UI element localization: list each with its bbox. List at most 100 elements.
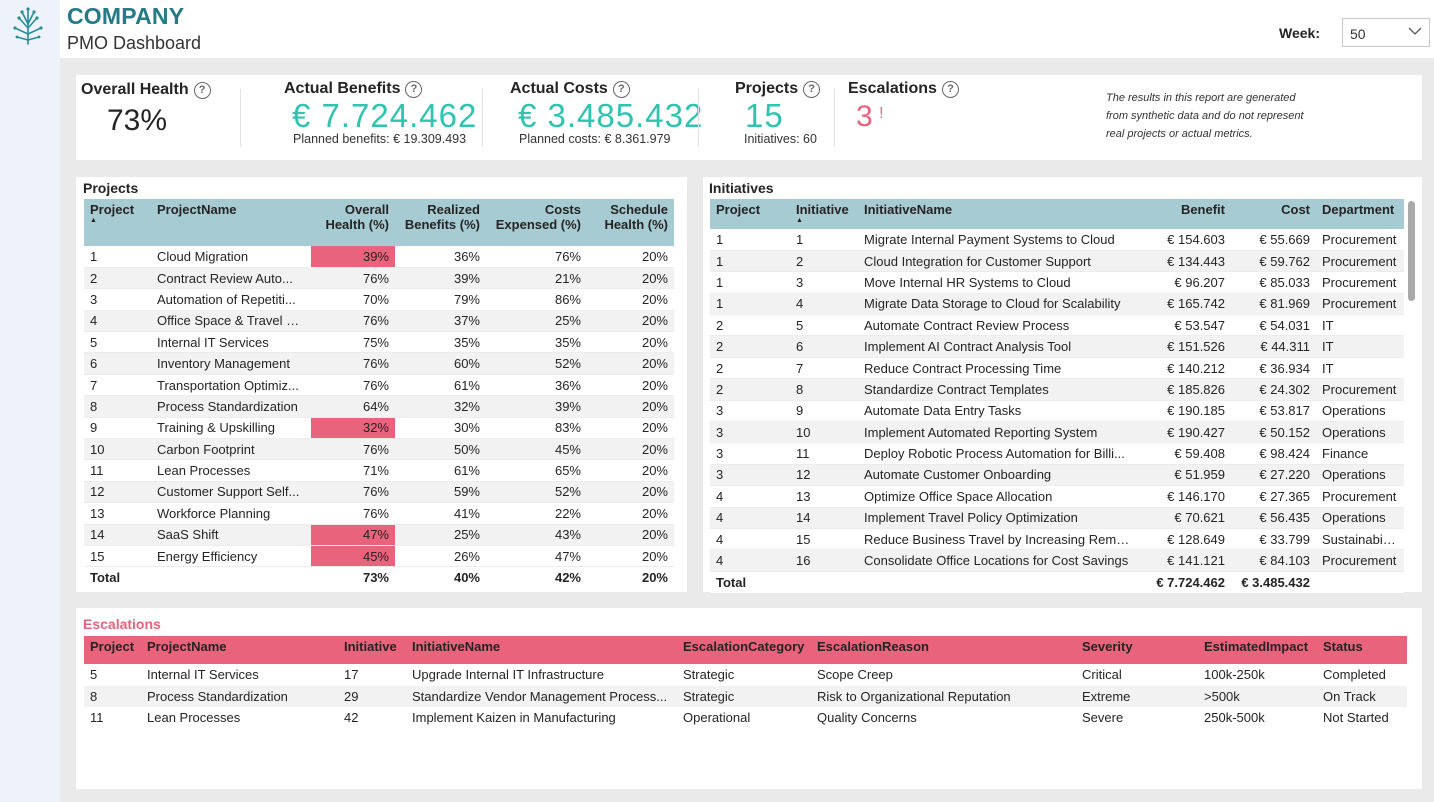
table-row[interactable]: 10 Carbon Footprint 76% 50% 45% 20% bbox=[84, 438, 674, 461]
table-cell: 35% bbox=[486, 331, 587, 354]
sort-ascending-icon: ▲ bbox=[796, 217, 803, 224]
table-cell: IT bbox=[1316, 314, 1404, 337]
table-cell: Reduce Contract Processing Time bbox=[858, 357, 1141, 380]
help-icon[interactable]: ? bbox=[193, 82, 211, 99]
vertical-scrollbar[interactable] bbox=[1408, 201, 1415, 301]
table-row[interactable]: 13 Workforce Planning 76% 41% 22% 20% bbox=[84, 502, 674, 525]
table-cell: 20% bbox=[587, 417, 674, 440]
table-row[interactable]: 3 Automation of Repetiti... 70% 79% 86% 20% bbox=[84, 288, 674, 311]
table-cell: 71% bbox=[311, 459, 395, 482]
column-header[interactable]: EstimatedImpact bbox=[1198, 636, 1317, 664]
table-cell: Deploy Robotic Process Automation for Bi… bbox=[858, 442, 1141, 465]
table-cell: 76% bbox=[311, 481, 395, 504]
column-header[interactable]: Schedule Health (%) bbox=[587, 199, 674, 246]
table-row[interactable]: 4 13 Optimize Office Space Allocation € 146… bbox=[710, 485, 1404, 508]
table-row[interactable]: 6 Inventory Management 76% 60% 52% 20% bbox=[84, 352, 674, 375]
table-row[interactable]: 2 5 Automate Contract Review Process € 53.5… bbox=[710, 314, 1404, 337]
help-icon[interactable]: ? bbox=[941, 81, 959, 98]
table-row[interactable]: 3 11 Deploy Robotic Process Automation for… bbox=[710, 442, 1404, 465]
table-row[interactable]: 4 Office Space & Travel C... 76% 37% 25% 20% bbox=[84, 310, 674, 333]
help-icon[interactable]: ? bbox=[803, 81, 821, 98]
table-row[interactable]: 1 3 Move Internal HR Systems to Cloud € 96.… bbox=[710, 271, 1404, 294]
table-row[interactable]: 4 16 Consolidate Office Locations for Cost… bbox=[710, 549, 1404, 572]
table-row[interactable]: 15 Energy Efficiency 45% 26% 47% 20% bbox=[84, 545, 674, 568]
table-cell: € 84.103 bbox=[1231, 549, 1316, 572]
column-header[interactable]: InitiativeName bbox=[406, 636, 677, 664]
table-cell: 76% bbox=[311, 267, 395, 290]
column-header[interactable]: Project bbox=[710, 199, 790, 229]
table-row[interactable]: 2 Contract Review Auto... 76% 39% 21% 20% bbox=[84, 267, 674, 290]
table-row[interactable]: 1 2 Cloud Integration for Customer Support… bbox=[710, 250, 1404, 273]
table-cell: On Track bbox=[1317, 685, 1407, 707]
column-header[interactable]: Cost bbox=[1231, 199, 1316, 229]
column-header[interactable]: InitiativeName bbox=[858, 199, 1141, 229]
table-row[interactable]: 11 Lean Processes 71% 61% 65% 20% bbox=[84, 459, 674, 482]
table-row[interactable]: 2 7 Reduce Contract Processing Time € 140.2… bbox=[710, 357, 1404, 380]
help-icon[interactable]: ? bbox=[612, 81, 630, 98]
table-cell: 2 bbox=[790, 250, 858, 273]
table-row[interactable]: 3 12 Automate Customer Onboarding € 51.959 €… bbox=[710, 464, 1404, 487]
divider bbox=[240, 89, 241, 147]
table-row[interactable]: 14 SaaS Shift 47% 25% 43% 20% bbox=[84, 524, 674, 546]
table-cell: Risk to Organizational Reputation bbox=[811, 685, 1076, 707]
table-row[interactable]: 8 Process Standardization 64% 32% 39% 20% bbox=[84, 395, 674, 418]
table-row[interactable]: 3 9 Automate Data Entry Tasks € 190.185 € 53… bbox=[710, 400, 1404, 423]
help-icon[interactable]: ? bbox=[405, 81, 423, 98]
table-row[interactable]: 2 8 Standardize Contract Templates € 185.82… bbox=[710, 378, 1404, 401]
table-row[interactable]: 11 Lean Processes 42 Implement Kaizen in Ma… bbox=[84, 707, 1407, 729]
column-header[interactable]: Project ▲ bbox=[84, 199, 151, 246]
table-cell: € 141.121 bbox=[1141, 549, 1231, 572]
table-row[interactable]: 4 14 Implement Travel Policy Optimization €… bbox=[710, 507, 1404, 529]
table-cell: 4 bbox=[84, 310, 151, 333]
column-header[interactable]: ProjectName bbox=[151, 199, 311, 246]
table-row[interactable]: 5 Internal IT Services 75% 35% 35% 20% bbox=[84, 331, 674, 354]
column-header[interactable]: Initiative bbox=[338, 636, 406, 664]
column-header[interactable]: Severity bbox=[1076, 636, 1198, 664]
column-header[interactable]: Costs Expensed (%) bbox=[486, 199, 587, 246]
table-row[interactable]: 2 6 Implement AI Contract Analysis Tool € 1… bbox=[710, 335, 1404, 358]
table-cell: 30% bbox=[395, 417, 486, 440]
table-cell: Operations bbox=[1316, 507, 1404, 529]
column-header[interactable]: Overall Health (%) bbox=[311, 199, 395, 246]
table-cell: 36% bbox=[395, 246, 486, 268]
table-cell: 3 bbox=[84, 288, 151, 311]
column-header[interactable]: ProjectName bbox=[141, 636, 338, 664]
column-header[interactable]: Department bbox=[1316, 199, 1404, 229]
table-cell: Operations bbox=[1316, 421, 1404, 444]
table-row[interactable]: 7 Transportation Optimiz... 76% 61% 36% 20% bbox=[84, 374, 674, 397]
table-row[interactable]: 1 1 Migrate Internal Payment Systems to Cl… bbox=[710, 229, 1404, 251]
table-cell: Contract Review Auto... bbox=[151, 267, 311, 290]
table-cell: 15 bbox=[790, 528, 858, 551]
table-cell: 61% bbox=[395, 459, 486, 482]
table-cell: Operations bbox=[1316, 464, 1404, 487]
table-row[interactable]: 1 4 Migrate Data Storage to Cloud for Scal… bbox=[710, 293, 1404, 316]
initiatives-table: Project Initiative ▲ InitiativeName Benef… bbox=[710, 199, 1404, 593]
table-row[interactable]: 12 Customer Support Self... 76% 59% 52% 20% bbox=[84, 481, 674, 504]
table-cell: 32% bbox=[311, 417, 395, 440]
table-cell: 20% bbox=[587, 459, 674, 482]
table-row[interactable]: 5 Internal IT Services 17 Upgrade Internal … bbox=[84, 664, 1407, 686]
week-dropdown[interactable]: 50 bbox=[1342, 18, 1430, 47]
table-row[interactable]: 3 10 Implement Automated Reporting System €… bbox=[710, 421, 1404, 444]
table-cell: 2 bbox=[710, 335, 790, 358]
table-row[interactable]: 4 15 Reduce Business Travel by Increasing … bbox=[710, 528, 1404, 551]
column-header[interactable]: Realized Benefits (%) bbox=[395, 199, 486, 246]
column-header[interactable]: Benefit bbox=[1141, 199, 1231, 229]
table-cell: SaaS Shift bbox=[151, 524, 311, 546]
column-header[interactable]: Initiative ▲ bbox=[790, 199, 858, 229]
table-cell: Critical bbox=[1082, 667, 1122, 683]
table-cell: Automate Customer Onboarding bbox=[858, 464, 1141, 487]
column-header[interactable]: EscalationReason bbox=[811, 636, 1076, 664]
table-row[interactable]: 8 Process Standardization 29 Standardize Ve… bbox=[84, 685, 1407, 707]
table-cell: Extreme bbox=[1076, 685, 1198, 707]
table-row[interactable]: 9 Training & Upskilling 32% 30% 83% 20% bbox=[84, 417, 674, 440]
table-cell: 7 bbox=[84, 374, 151, 397]
table-row[interactable]: 1 Cloud Migration 39% 36% 76% 20% bbox=[84, 246, 674, 268]
table-cell: Process Standardization bbox=[151, 395, 311, 418]
column-header[interactable]: Project bbox=[84, 636, 141, 664]
column-header[interactable]: Status bbox=[1317, 636, 1407, 664]
note-line: The results in this report are generated bbox=[1106, 92, 1296, 104]
table-cell: 3 bbox=[710, 421, 790, 444]
table-cell: Standardize Contract Templates bbox=[858, 378, 1141, 401]
column-header[interactable]: EscalationCategory bbox=[677, 636, 811, 664]
